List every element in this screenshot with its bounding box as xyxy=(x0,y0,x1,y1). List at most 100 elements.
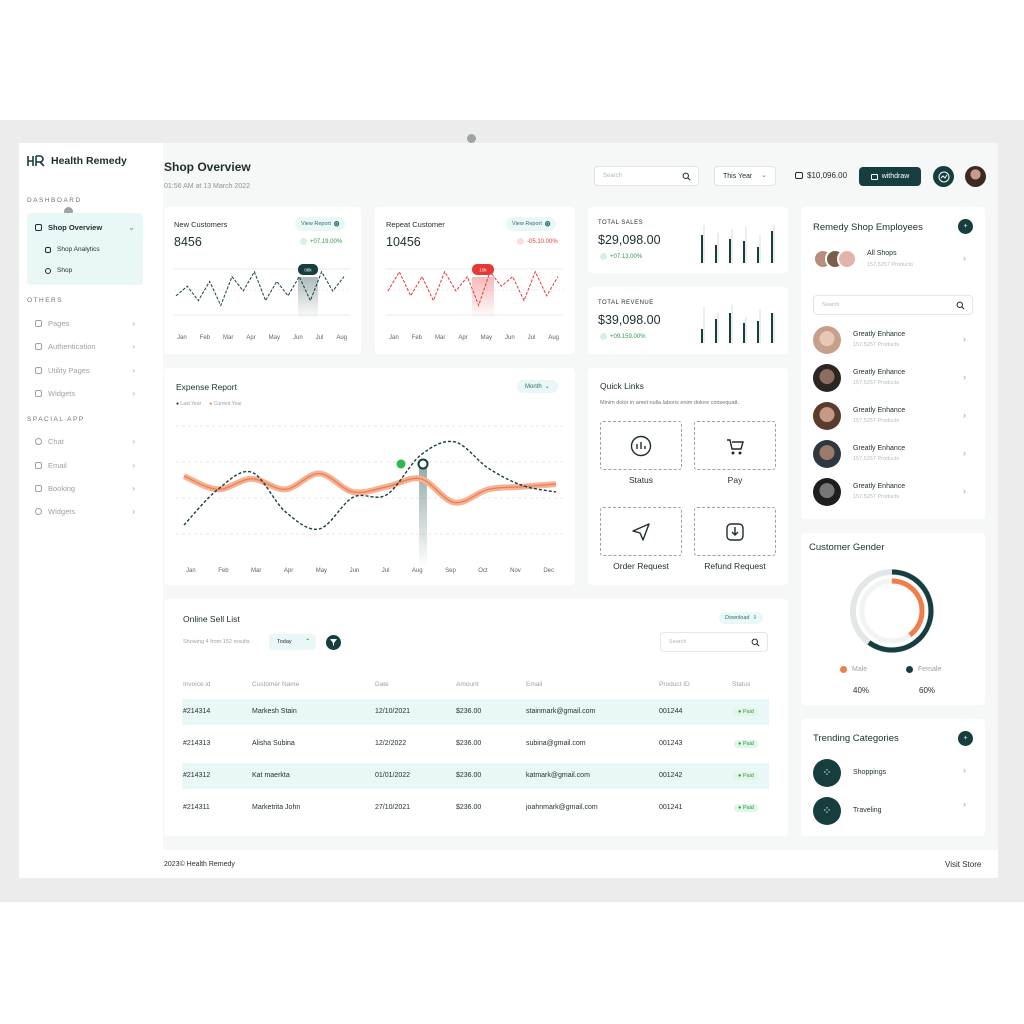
search-icon xyxy=(682,172,691,181)
line-series xyxy=(175,270,345,307)
employee-row[interactable]: Greatly Enhance 157,5257 Products › xyxy=(813,440,973,470)
employee-search-input[interactable]: Search xyxy=(813,295,973,315)
sidebar-item-email[interactable]: Email › xyxy=(35,461,135,470)
status-text: Paid xyxy=(742,741,754,747)
logo[interactable]: Health Remedy xyxy=(27,155,127,167)
x-axis-labels: Jan Feb Mar Apr May Jun Jul Aug xyxy=(177,335,347,341)
employee-name: Greatly Enhance xyxy=(853,483,906,490)
customer-name: Marketrita John xyxy=(252,804,301,811)
sidebar-item-booking[interactable]: Booking › xyxy=(35,484,135,493)
quick-link-pay[interactable] xyxy=(694,421,776,470)
period-select[interactable]: This Year ⌄ xyxy=(714,166,776,186)
employee-row[interactable]: Greatly Enhance 157,5257 Products › xyxy=(813,478,973,508)
table-search-input[interactable]: Search xyxy=(660,632,768,652)
all-shops-label: All Shops xyxy=(867,250,897,257)
invoice-id: #214313 xyxy=(183,740,211,747)
balance-value: $10,096.00 xyxy=(807,171,848,180)
quick-link-refund-request[interactable] xyxy=(694,507,776,556)
filter-button[interactable] xyxy=(326,635,341,650)
table-row[interactable]: #214313 Alisha Subina 12/2/2022 $236.00 … xyxy=(182,731,769,757)
legend-female: Female xyxy=(906,666,941,673)
table-row[interactable]: #214314 Markesh Stain 12/10/2021 $236.00… xyxy=(182,699,769,725)
pill-label: View Report xyxy=(512,221,542,227)
sidebar-item-label: Widgets xyxy=(48,507,76,516)
sidebar-item-pages[interactable]: Pages › xyxy=(35,319,135,328)
add-category-button[interactable]: + xyxy=(958,731,973,746)
customer-name: Markesh Stain xyxy=(252,708,297,715)
card-title: Online Sell List xyxy=(183,614,240,624)
legend-male: Male xyxy=(840,666,867,673)
customer-name: Alisha Subina xyxy=(252,740,295,747)
month-value: Month xyxy=(525,383,542,390)
x-label: Jul xyxy=(381,568,390,574)
section-others: OTHERS xyxy=(27,297,64,304)
status-badge: ● Paid xyxy=(734,740,758,748)
sidebar-item-widgets-2[interactable]: Widgets › xyxy=(35,507,135,516)
month-select[interactable]: Month ⌄ xyxy=(517,380,558,393)
grid-icon: ⁘ xyxy=(813,759,841,787)
date-filter[interactable]: Today ⌄ xyxy=(269,634,316,650)
status-badge: ● Paid xyxy=(734,804,758,812)
search-placeholder: Search xyxy=(822,302,840,308)
delta-value: +07.19.00% xyxy=(310,238,343,245)
x-axis-labels: Jan Feb Mar Apr May Jun Jul Aug xyxy=(389,335,559,341)
repeat-customer-card: Repeat Customer View Report ⓿ 10456 -05.1… xyxy=(375,207,575,354)
date: 27/10/2021 xyxy=(375,804,411,811)
withdraw-button[interactable]: withdraw xyxy=(859,167,921,186)
sidebar-subitem-label: Shop xyxy=(57,267,73,274)
search-placeholder: Search xyxy=(603,173,623,179)
sidebar-item-chat[interactable]: Chat › xyxy=(35,437,135,446)
grid-icon: ⁘ xyxy=(813,797,841,825)
sidebar-item-label: Widgets xyxy=(48,389,76,398)
category-row[interactable]: ⁘ Traveling › xyxy=(813,797,973,825)
view-report-button[interactable]: View Report ⓿ xyxy=(506,217,557,231)
sidebar: Health Remedy DASHBOARD Shop Overview ⌄ … xyxy=(19,143,163,878)
sidebar-subitem-shop-analytics[interactable]: Shop Analytics xyxy=(45,246,100,253)
employee-row[interactable]: Greatly Enhance 157,5257 Products › xyxy=(813,326,973,356)
user-avatar[interactable] xyxy=(965,166,986,187)
card-title: Customer Gender xyxy=(809,542,885,553)
total-revenue-value: $39,098.00 xyxy=(598,313,661,327)
logo-icon xyxy=(27,155,45,167)
sidebar-item-label: Email xyxy=(48,461,67,470)
add-employee-button[interactable]: + xyxy=(958,219,973,234)
card-title: Trending Categories xyxy=(813,733,899,744)
employee-row[interactable]: Greatly Enhance 157,5257 Products › xyxy=(813,364,973,394)
delta-value: +09.159.00% xyxy=(610,333,646,340)
sidebar-item-utility-pages[interactable]: Utility Pages › xyxy=(35,366,135,375)
up-icon xyxy=(300,238,307,245)
amount: $236.00 xyxy=(456,708,482,715)
chevron-down-icon: ⌄ xyxy=(128,223,135,232)
download-button[interactable]: Download ⇩ xyxy=(719,612,764,624)
sidebar-subitem-shop[interactable]: Shop xyxy=(45,267,72,274)
chat-icon xyxy=(35,438,42,445)
legend-label: Last Year xyxy=(180,401,202,407)
view-report-button[interactable]: View Report ⓿ xyxy=(295,217,346,231)
chevron-right-icon: › xyxy=(132,319,135,328)
avatar xyxy=(813,326,841,354)
page-timestamp: 01:56 AM at 13 March 2022 xyxy=(164,183,250,190)
activity-button[interactable] xyxy=(933,166,954,187)
quick-link-order-request[interactable] xyxy=(600,507,682,556)
user-plus-icon: + xyxy=(963,223,968,230)
product-id: 001242 xyxy=(659,772,683,779)
download-icon: ⇩ xyxy=(752,615,758,621)
total-sales-label: TOTAL SALES xyxy=(598,220,644,226)
section-dashboard: DASHBOARD xyxy=(27,197,82,204)
table-row[interactable]: #214311 Marketrita John 27/10/2021 $236.… xyxy=(182,795,769,821)
search-input[interactable]: Search xyxy=(594,166,699,186)
quick-link-status[interactable] xyxy=(600,421,682,470)
table-row[interactable]: #214312 Kat maerkta 01/01/2022 $236.00 k… xyxy=(182,763,769,789)
sidebar-item-shop-overview[interactable]: Shop Overview ⌄ xyxy=(35,223,135,232)
all-shops-row[interactable]: All Shops 157,5257 Products › xyxy=(813,247,973,273)
email: subina@gmail.com xyxy=(526,740,586,747)
x-label: Nov xyxy=(510,568,521,574)
visit-store-link[interactable]: Visit Store xyxy=(945,860,981,869)
chevron-right-icon: › xyxy=(963,448,966,458)
category-row[interactable]: ⁘ Shoppings › xyxy=(813,759,973,787)
x-label: Jan xyxy=(186,568,196,574)
employee-row[interactable]: Greatly Enhance 157,5257 Products › xyxy=(813,402,973,432)
sidebar-item-authentication[interactable]: Authentication › xyxy=(35,342,135,351)
sidebar-item-widgets[interactable]: Widgets › xyxy=(35,389,135,398)
quick-link-refund-request-label: Refund Request xyxy=(704,561,766,571)
